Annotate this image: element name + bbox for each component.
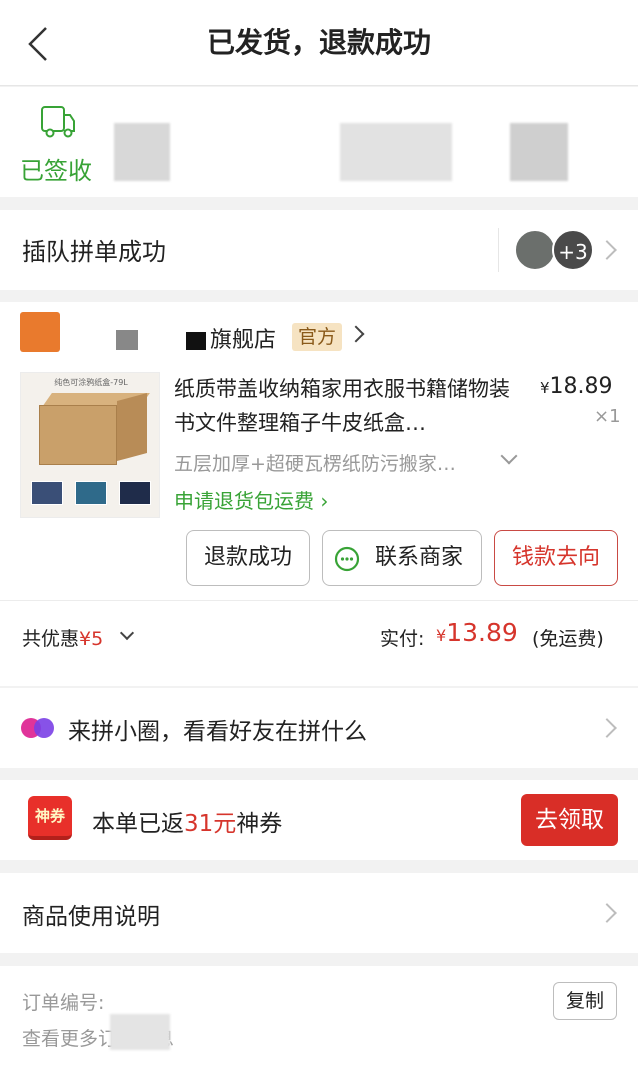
blurred-info (116, 330, 138, 350)
chevron-right-icon (597, 718, 617, 738)
shipping-note: (免运费) (532, 628, 604, 650)
top-bar: 已发货，退款成功 (0, 0, 638, 86)
product-thumbnail[interactable]: 纯色可涂鸦纸盒-79L (20, 372, 160, 518)
blurred-info (340, 123, 452, 181)
friends-circle-row[interactable]: 来拼小圈，看看好友在拼什么 (0, 688, 638, 768)
thumbnail-mini-image (75, 481, 107, 505)
friends-circle-text: 来拼小圈，看看好友在拼什么 (68, 719, 367, 745)
divider (498, 228, 499, 272)
circle-logo-icon (20, 716, 56, 744)
logistics-section[interactable]: 已签收 (0, 87, 638, 197)
chevron-right-icon[interactable] (347, 325, 365, 343)
money-flow-button[interactable]: 钱款去向 (494, 530, 618, 586)
paid-label: 实付: (380, 628, 425, 650)
blurred-info (510, 123, 568, 181)
chat-icon (334, 546, 360, 576)
truck-icon (38, 103, 78, 147)
product-title[interactable]: 纸质带盖收纳箱家用衣服书籍储物装书文件整理箱子牛皮纸盒… (174, 372, 524, 440)
product-price: ¥18.89 (540, 374, 613, 399)
product-instructions-row[interactable]: 商品使用说明 (0, 873, 638, 953)
thumbnail-mini-image (31, 481, 63, 505)
copy-button[interactable]: 复制 (553, 982, 617, 1020)
product-quantity: ×1 (594, 406, 621, 427)
blurred-info (186, 332, 206, 350)
coupon-row: 神券 本单已返31元神券 去领取 (0, 780, 638, 860)
chevron-down-icon[interactable] (500, 447, 518, 465)
group-status-text: 插队拼单成功 (22, 238, 166, 266)
blurred-info (110, 1014, 170, 1050)
shop-logo[interactable] (20, 312, 60, 352)
avatar (514, 229, 556, 271)
order-info-section: 订单编号: 查看更多订单信息 复制 (0, 966, 638, 1072)
paid-amount: ¥13.89 (436, 618, 518, 647)
chevron-right-icon (597, 903, 617, 923)
box-image (117, 392, 147, 462)
shop-name[interactable]: 旗舰店 (210, 322, 276, 354)
chevron-right-icon (597, 240, 617, 260)
return-shipping-link[interactable]: 申请退货包运费 › (174, 485, 328, 514)
delivery-status: 已签收 (20, 157, 92, 185)
refund-status-button[interactable]: 退款成功 (186, 530, 310, 586)
box-image (39, 405, 117, 465)
divider (0, 600, 638, 601)
order-card: 旗舰店 官方 纯色可涂鸦纸盒-79L 纸质带盖收纳箱家用衣服书籍储物装书文件整理… (0, 302, 638, 686)
discount-summary[interactable]: 共优惠¥5 (22, 624, 103, 651)
page-title: 已发货，退款成功 (206, 26, 431, 59)
blurred-info (114, 123, 170, 181)
thumbnail-mini-image (119, 481, 151, 505)
product-spec[interactable]: 五层加厚+超硬瓦楞纸防污搬家… (174, 449, 484, 476)
claim-coupon-button[interactable]: 去领取 (521, 794, 618, 846)
coupon-icon: 神券 (28, 796, 72, 840)
coupon-text: 本单已返31元神券 (92, 811, 283, 837)
official-badge: 官方 (292, 323, 343, 351)
thumbnail-caption: 纯色可涂鸦纸盒-79L (54, 378, 128, 387)
order-number-label: 订单编号: (22, 992, 105, 1014)
chevron-down-icon[interactable] (119, 625, 135, 641)
member-count-badge: +3 (552, 229, 594, 271)
instructions-label: 商品使用说明 (22, 904, 160, 930)
